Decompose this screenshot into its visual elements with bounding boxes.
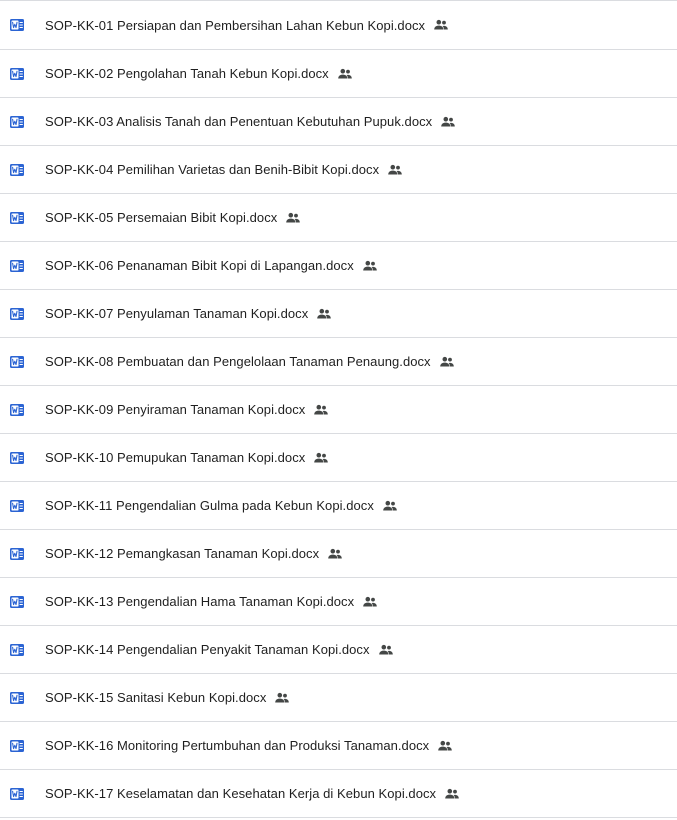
file-name-wrap: SOP-KK-12 Pemangkasan Tanaman Kopi.docx	[45, 546, 343, 562]
file-name: SOP-KK-04 Pemilihan Varietas dan Benih-B…	[45, 162, 380, 177]
people-icon	[313, 450, 329, 466]
file-name-wrap: SOP-KK-17 Keselamatan dan Kesehatan Kerj…	[45, 786, 460, 802]
file-row[interactable]: SOP-KK-08 Pembuatan dan Pengelolaan Tana…	[0, 338, 677, 386]
people-icon	[362, 594, 378, 610]
file-name-wrap: SOP-KK-02 Pengolahan Tanah Kebun Kopi.do…	[45, 66, 353, 82]
file-row[interactable]: SOP-KK-10 Pemupukan Tanaman Kopi.docx	[0, 434, 677, 482]
people-icon	[362, 258, 378, 274]
word-doc-icon	[9, 594, 25, 610]
file-name-wrap: SOP-KK-15 Sanitasi Kebun Kopi.docx	[45, 690, 290, 706]
word-doc-icon	[9, 354, 25, 370]
file-row[interactable]: SOP-KK-02 Pengolahan Tanah Kebun Kopi.do…	[0, 50, 677, 98]
file-name-wrap: SOP-KK-01 Persiapan dan Pembersihan Laha…	[45, 17, 449, 33]
file-name-wrap: SOP-KK-09 Penyiraman Tanaman Kopi.docx	[45, 402, 329, 418]
file-name: SOP-KK-16 Monitoring Pertumbuhan dan Pro…	[45, 738, 430, 753]
word-doc-icon	[9, 17, 25, 33]
file-name-wrap: SOP-KK-11 Pengendalian Gulma pada Kebun …	[45, 498, 398, 514]
file-list: SOP-KK-01 Persiapan dan Pembersihan Laha…	[0, 0, 677, 818]
word-doc-icon	[9, 402, 25, 418]
word-doc-icon	[9, 258, 25, 274]
word-doc-icon	[9, 738, 25, 754]
word-doc-icon	[9, 114, 25, 130]
file-row[interactable]: SOP-KK-12 Pemangkasan Tanaman Kopi.docx	[0, 530, 677, 578]
file-name-wrap: SOP-KK-10 Pemupukan Tanaman Kopi.docx	[45, 450, 329, 466]
file-name: SOP-KK-11 Pengendalian Gulma pada Kebun …	[45, 498, 374, 513]
file-name: SOP-KK-14 Pengendalian Penyakit Tanaman …	[45, 642, 370, 657]
file-name: SOP-KK-15 Sanitasi Kebun Kopi.docx	[45, 690, 267, 705]
file-name-wrap: SOP-KK-06 Penanaman Bibit Kopi di Lapang…	[45, 258, 378, 274]
file-name: SOP-KK-02 Pengolahan Tanah Kebun Kopi.do…	[45, 66, 329, 81]
word-doc-icon	[9, 498, 25, 514]
file-row[interactable]: SOP-KK-09 Penyiraman Tanaman Kopi.docx	[0, 386, 677, 434]
people-icon	[316, 306, 332, 322]
people-icon	[437, 738, 453, 754]
people-icon	[313, 402, 329, 418]
file-row[interactable]: SOP-KK-01 Persiapan dan Pembersihan Laha…	[0, 1, 677, 50]
file-name-wrap: SOP-KK-08 Pembuatan dan Pengelolaan Tana…	[45, 354, 455, 370]
file-name: SOP-KK-17 Keselamatan dan Kesehatan Kerj…	[45, 786, 437, 801]
word-doc-icon	[9, 642, 25, 658]
word-doc-icon	[9, 210, 25, 226]
people-icon	[439, 354, 455, 370]
file-name: SOP-KK-09 Penyiraman Tanaman Kopi.docx	[45, 402, 306, 417]
people-icon	[382, 498, 398, 514]
people-icon	[440, 114, 456, 130]
file-row[interactable]: SOP-KK-13 Pengendalian Hama Tanaman Kopi…	[0, 578, 677, 626]
file-row[interactable]: SOP-KK-15 Sanitasi Kebun Kopi.docx	[0, 674, 677, 722]
people-icon	[433, 17, 449, 33]
file-name: SOP-KK-10 Pemupukan Tanaman Kopi.docx	[45, 450, 306, 465]
people-icon	[327, 546, 343, 562]
file-name: SOP-KK-08 Pembuatan dan Pengelolaan Tana…	[45, 354, 431, 369]
people-icon	[444, 786, 460, 802]
file-row[interactable]: SOP-KK-04 Pemilihan Varietas dan Benih-B…	[0, 146, 677, 194]
file-name-wrap: SOP-KK-03 Analisis Tanah dan Penentuan K…	[45, 114, 456, 130]
file-name: SOP-KK-06 Penanaman Bibit Kopi di Lapang…	[45, 258, 354, 273]
file-name: SOP-KK-07 Penyulaman Tanaman Kopi.docx	[45, 306, 309, 321]
file-row[interactable]: SOP-KK-05 Persemaian Bibit Kopi.docx	[0, 194, 677, 242]
word-doc-icon	[9, 66, 25, 82]
people-icon	[387, 162, 403, 178]
word-doc-icon	[9, 546, 25, 562]
file-name: SOP-KK-13 Pengendalian Hama Tanaman Kopi…	[45, 594, 355, 609]
file-name: SOP-KK-05 Persemaian Bibit Kopi.docx	[45, 210, 278, 225]
people-icon	[337, 66, 353, 82]
file-name-wrap: SOP-KK-14 Pengendalian Penyakit Tanaman …	[45, 642, 394, 658]
file-row[interactable]: SOP-KK-16 Monitoring Pertumbuhan dan Pro…	[0, 722, 677, 770]
word-doc-icon	[9, 690, 25, 706]
people-icon	[285, 210, 301, 226]
word-doc-icon	[9, 450, 25, 466]
file-name-wrap: SOP-KK-07 Penyulaman Tanaman Kopi.docx	[45, 306, 332, 322]
file-name-wrap: SOP-KK-05 Persemaian Bibit Kopi.docx	[45, 210, 301, 226]
file-row[interactable]: SOP-KK-06 Penanaman Bibit Kopi di Lapang…	[0, 242, 677, 290]
people-icon	[378, 642, 394, 658]
word-doc-icon	[9, 786, 25, 802]
word-doc-icon	[9, 306, 25, 322]
file-row[interactable]: SOP-KK-14 Pengendalian Penyakit Tanaman …	[0, 626, 677, 674]
file-row[interactable]: SOP-KK-07 Penyulaman Tanaman Kopi.docx	[0, 290, 677, 338]
file-row[interactable]: SOP-KK-03 Analisis Tanah dan Penentuan K…	[0, 98, 677, 146]
file-name-wrap: SOP-KK-13 Pengendalian Hama Tanaman Kopi…	[45, 594, 378, 610]
file-row[interactable]: SOP-KK-17 Keselamatan dan Kesehatan Kerj…	[0, 770, 677, 818]
file-name-wrap: SOP-KK-16 Monitoring Pertumbuhan dan Pro…	[45, 738, 453, 754]
file-name-wrap: SOP-KK-04 Pemilihan Varietas dan Benih-B…	[45, 162, 403, 178]
file-row[interactable]: SOP-KK-11 Pengendalian Gulma pada Kebun …	[0, 482, 677, 530]
word-doc-icon	[9, 162, 25, 178]
file-name: SOP-KK-03 Analisis Tanah dan Penentuan K…	[45, 114, 433, 129]
file-name: SOP-KK-01 Persiapan dan Pembersihan Laha…	[45, 17, 426, 33]
file-name: SOP-KK-12 Pemangkasan Tanaman Kopi.docx	[45, 546, 320, 561]
people-icon	[274, 690, 290, 706]
